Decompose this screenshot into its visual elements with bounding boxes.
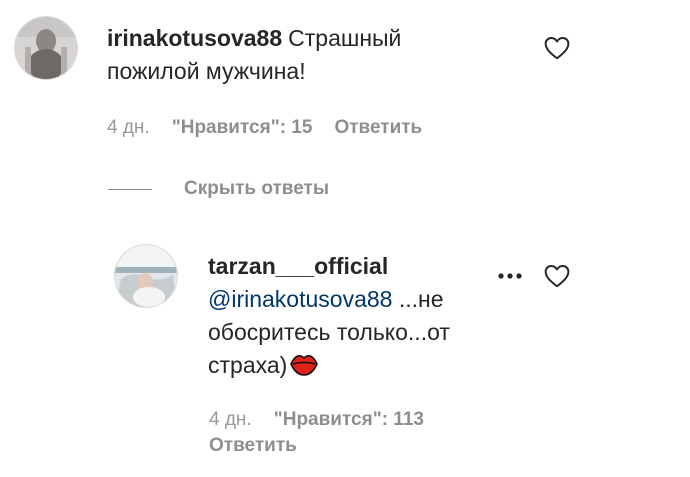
reply-body: tarzan___official @irinakotusova88 ...не…	[208, 250, 508, 386]
reply-text-line2: обосритесь только...от	[208, 319, 450, 345]
comment-date[interactable]: 4 дн.	[107, 117, 150, 138]
comment-text-line2: пожилой мужчина!	[107, 58, 306, 84]
heart-icon[interactable]	[544, 36, 570, 60]
comment-text-line1: Страшный	[288, 25, 402, 51]
reply-reply-button[interactable]: Ответить	[209, 435, 297, 457]
avatar[interactable]	[14, 16, 78, 80]
reply-username[interactable]: tarzan___official	[208, 253, 388, 279]
hide-replies-button[interactable]: Скрыть ответы	[184, 178, 329, 200]
comment-body: irinakotusova88 Страшный пожилой мужчина!	[107, 22, 527, 88]
lips-icon	[289, 351, 319, 386]
comment-username[interactable]: irinakotusova88	[107, 25, 282, 51]
reply-text-line1: ...не	[392, 286, 444, 312]
comment-meta: 4 дн. "Нравится": 15 Ответить	[107, 117, 422, 139]
heart-icon[interactable]	[544, 264, 570, 288]
avatar[interactable]	[114, 244, 178, 308]
reply-date[interactable]: 4 дн.	[209, 409, 252, 430]
more-options-icon[interactable]	[497, 268, 523, 279]
comment-reply-button[interactable]: Ответить	[334, 117, 422, 138]
reply-text-line3: страха)	[208, 352, 288, 378]
reply-mention[interactable]: @irinakotusova88	[208, 286, 392, 312]
reply-likes[interactable]: "Нравится": 113	[274, 409, 424, 430]
reply-meta: 4 дн. "Нравится": 113	[209, 409, 424, 431]
comment-likes[interactable]: "Нравится": 15	[172, 117, 313, 138]
hide-replies-line	[108, 189, 152, 190]
